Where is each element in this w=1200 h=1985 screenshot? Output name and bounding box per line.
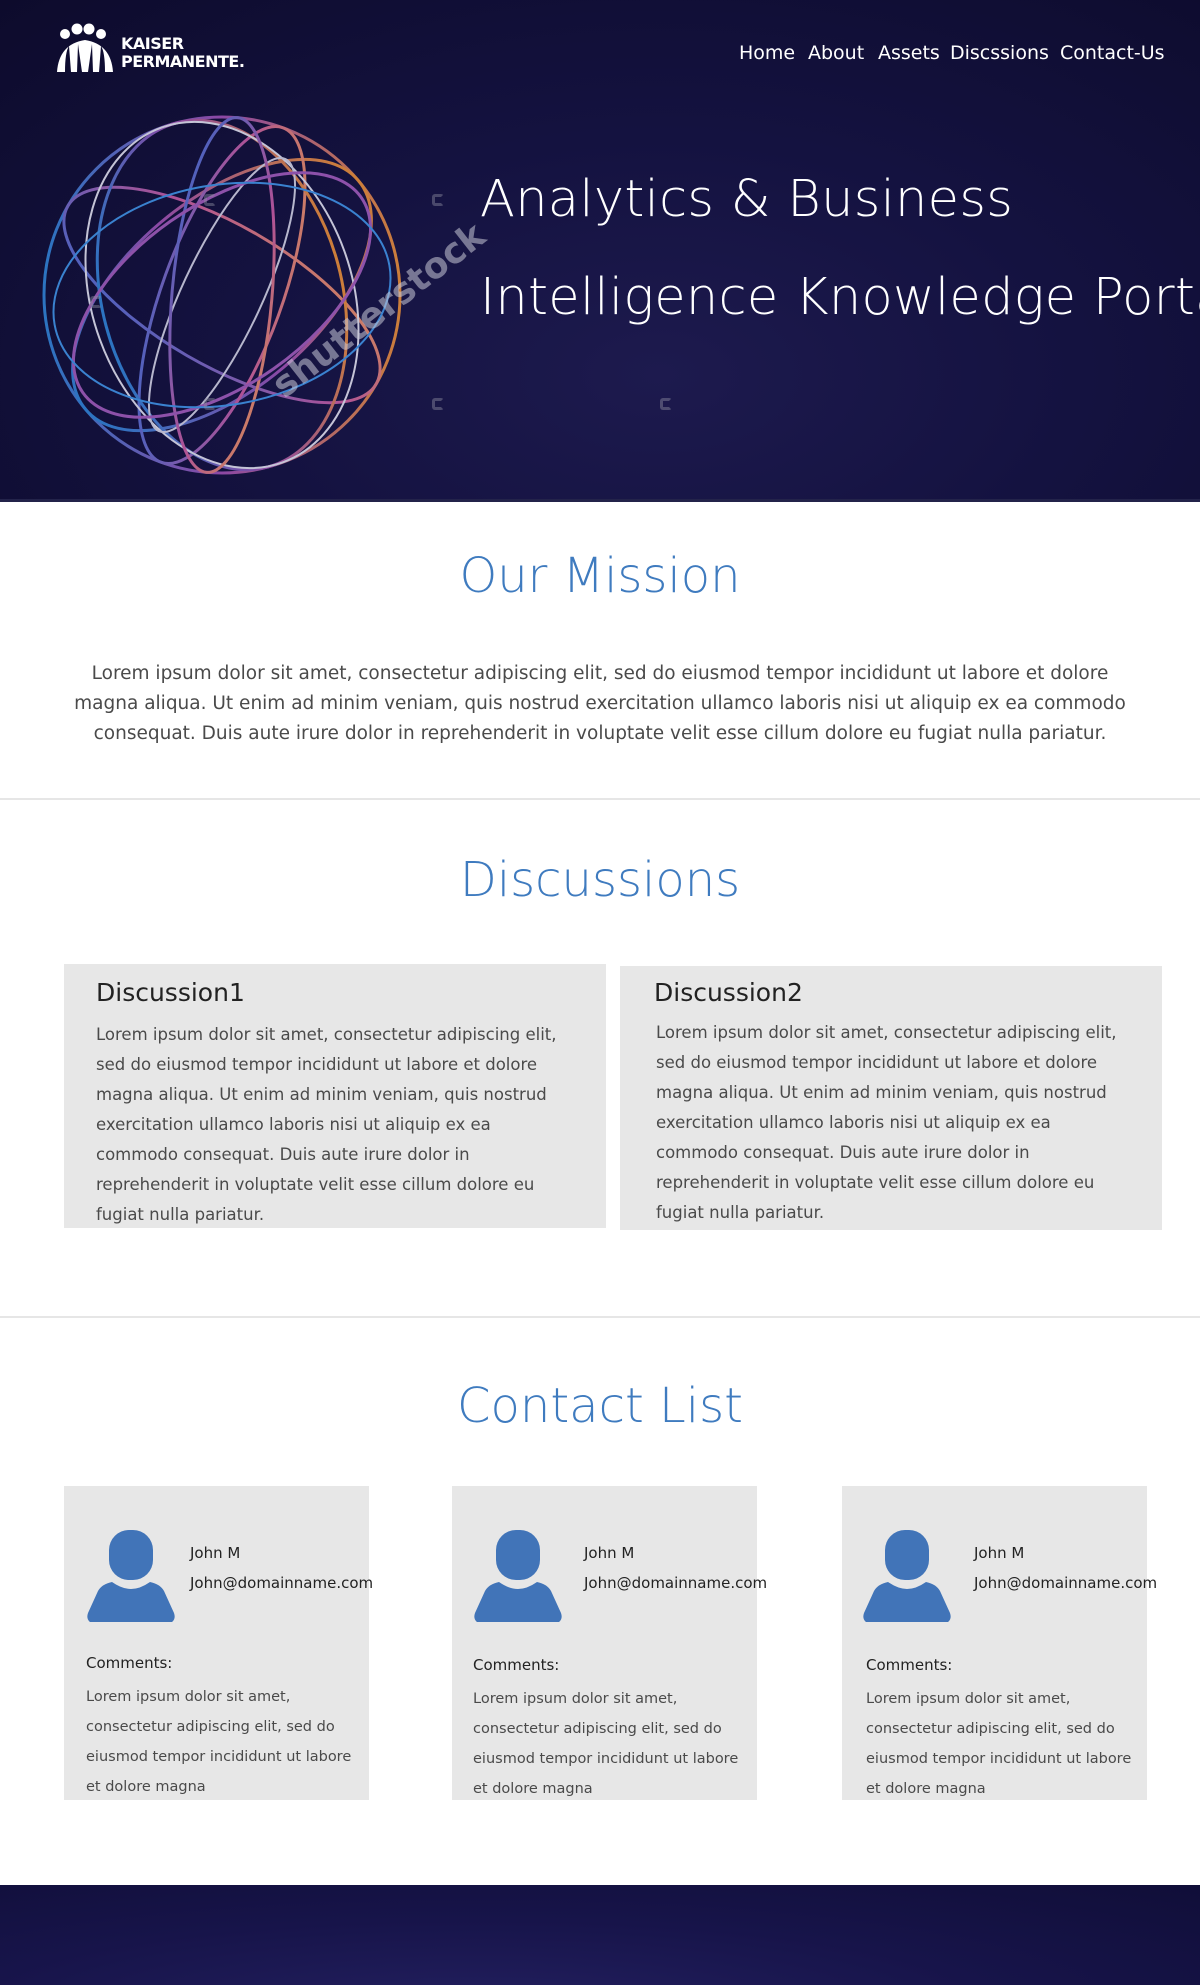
corner-mark-icon <box>660 398 672 410</box>
hero-banner: shutterstock KAISER PERMANENTE. Home Abo… <box>0 0 1200 502</box>
discussions-title: Discussions <box>459 852 741 908</box>
mission-text: Lorem ipsum dolor sit amet, consectetur … <box>74 663 1126 744</box>
section-divider <box>0 1316 1200 1318</box>
comments-label: Comments: <box>86 1654 173 1672</box>
user-avatar-icon <box>87 1530 175 1622</box>
mission-title: Our Mission <box>459 548 741 604</box>
nav-about[interactable]: About <box>808 42 864 64</box>
discussion-title[interactable]: Discussion1 <box>96 978 245 1007</box>
corner-mark-icon <box>90 296 102 308</box>
user-avatar-icon <box>474 1530 562 1622</box>
contact-name: John M <box>584 1544 635 1562</box>
discussion-card-2[interactable]: Discussion2 Lorem ipsum dolor sit amet, … <box>620 966 1162 1230</box>
contact-email[interactable]: John@domainname.com <box>974 1574 1157 1592</box>
nav-assets[interactable]: Assets <box>878 42 940 64</box>
corner-mark-icon <box>204 194 216 206</box>
contact-card-1[interactable]: John M John@domainname.com Comments: Lor… <box>64 1486 373 1800</box>
contacts-title: Contact List <box>457 1378 743 1434</box>
corner-mark-icon <box>432 194 444 206</box>
contact-email[interactable]: John@domainname.com <box>190 1574 373 1592</box>
discussion-title[interactable]: Discussion2 <box>654 978 803 1007</box>
corner-mark-icon <box>204 398 216 410</box>
page-footer <box>0 1885 1200 1985</box>
nav-home[interactable]: Home <box>739 42 795 64</box>
discussion-body: Lorem ipsum dolor sit amet, consectetur … <box>656 1023 1117 1222</box>
contact-card-3[interactable]: John M John@domainname.com Comments: Lor… <box>842 1486 1157 1800</box>
user-avatar-icon <box>863 1530 951 1622</box>
hero-title-line-2: Intelligence Knowledge Portal <box>480 268 1200 327</box>
discussion-body: Lorem ipsum dolor sit amet, consectetur … <box>96 1025 557 1224</box>
contact-name: John M <box>974 1544 1025 1562</box>
comments-label: Comments: <box>473 1656 560 1674</box>
contact-card-2[interactable]: John M John@domainname.com Comments: Lor… <box>452 1486 767 1800</box>
globe-illustration <box>42 115 402 475</box>
nav-discussions[interactable]: Discssions <box>950 42 1049 64</box>
main-nav: Home About Assets Discssions Contact-Us <box>0 42 1200 72</box>
contact-email[interactable]: John@domainname.com <box>584 1574 767 1592</box>
nav-contact-us[interactable]: Contact-Us <box>1060 42 1165 64</box>
hero-title-line-1: Analytics & Business <box>480 170 1014 229</box>
contact-comments: Lorem ipsum dolor sit amet, consectetur … <box>86 1689 352 1795</box>
contact-comments: Lorem ipsum dolor sit amet, consectetur … <box>866 1691 1132 1797</box>
comments-label: Comments: <box>866 1656 953 1674</box>
contact-name: John M <box>190 1544 241 1562</box>
discussion-card-1[interactable]: Discussion1 Lorem ipsum dolor sit amet, … <box>64 964 606 1228</box>
contact-comments: Lorem ipsum dolor sit amet, consectetur … <box>473 1691 739 1797</box>
section-divider <box>0 798 1200 800</box>
corner-mark-icon <box>432 398 444 410</box>
